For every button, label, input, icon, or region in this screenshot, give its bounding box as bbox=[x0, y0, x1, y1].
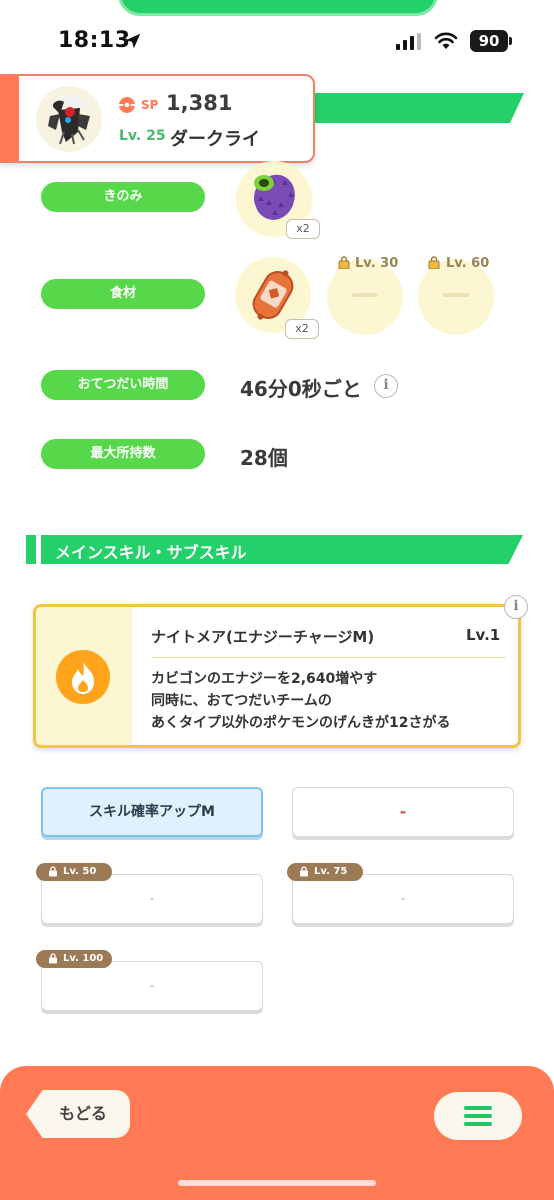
sp-value: 1,381 bbox=[166, 91, 233, 115]
pokemon-avatar bbox=[36, 86, 102, 152]
berry-qty: x2 bbox=[286, 219, 320, 239]
ingredient-lock-level-2: Lv. 60 bbox=[446, 256, 490, 271]
lock-icon bbox=[49, 866, 57, 877]
pokemon-level: Lv. 25 bbox=[119, 128, 166, 144]
card-stripe bbox=[0, 76, 19, 161]
sub-skill-slot-3[interactable]: - bbox=[41, 874, 263, 924]
lock-icon bbox=[300, 866, 308, 877]
ingredient-lock-level-1: Lv. 30 bbox=[355, 256, 399, 271]
pokemon-card: SP 1,381 Lv. 25 ダークライ bbox=[0, 74, 315, 163]
sub-skill-slot-5[interactable]: - bbox=[41, 961, 263, 1011]
main-skill-info-icon[interactable]: i bbox=[504, 595, 528, 619]
help-time-value: 46分0秒ごと bbox=[240, 377, 362, 401]
lock-icon bbox=[338, 256, 350, 269]
main-skill-card[interactable]: ナイトメア(エナジーチャージM) Lv.1 カビゴンのエナジーを2,640増やす… bbox=[33, 604, 521, 748]
section-title: メインスキル・サブスキル bbox=[55, 543, 247, 562]
cellular-signal-icon bbox=[396, 33, 421, 50]
sub-skill-slot-4[interactable]: - bbox=[292, 874, 514, 924]
empty-dash bbox=[443, 293, 469, 297]
ingredient-label: 食材 bbox=[41, 279, 205, 309]
sp-label: SP bbox=[141, 98, 159, 112]
main-skill-level: Lv.1 bbox=[466, 626, 501, 644]
menu-icon-line bbox=[464, 1106, 492, 1110]
menu-icon-line bbox=[464, 1122, 492, 1126]
skill-divider bbox=[151, 657, 506, 658]
lock-icon bbox=[49, 953, 57, 964]
main-skill-desc-line2: 同時に、おてつだいチームの bbox=[151, 693, 332, 709]
header-strip bbox=[290, 93, 524, 123]
empty-dash bbox=[352, 293, 378, 297]
main-skill-desc-line3: あくタイプ以外のポケモンのげんきが12さがる bbox=[151, 715, 451, 731]
carry-limit-value: 28個 bbox=[240, 446, 288, 470]
section-accent bbox=[26, 535, 36, 564]
top-tab[interactable] bbox=[118, 0, 438, 16]
berry-label: きのみ bbox=[41, 182, 205, 212]
sub-skill-lock-level-5: Lv. 100 bbox=[63, 953, 104, 964]
home-indicator[interactable] bbox=[178, 1180, 376, 1186]
back-button[interactable]: もどる bbox=[26, 1090, 130, 1138]
sub-skill-lock-badge-5: Lv. 100 bbox=[36, 950, 112, 968]
pokemon-name: ダークライ bbox=[170, 129, 260, 150]
battery-indicator: 90 bbox=[470, 30, 508, 52]
sub-skill-lock-level-4: Lv. 75 bbox=[314, 866, 348, 877]
sub-skill-slot-1[interactable]: スキル確率アップM bbox=[41, 787, 263, 837]
sub-skill-lock-badge-3: Lv. 50 bbox=[36, 863, 112, 881]
sub-skill-slot-2[interactable]: - bbox=[292, 787, 514, 837]
help-time-label: おてつだい時間 bbox=[41, 370, 205, 400]
status-time: 18:13 bbox=[58, 28, 131, 53]
menu-icon-line bbox=[464, 1114, 492, 1118]
battery-cap bbox=[509, 37, 512, 45]
ingredient-qty: x2 bbox=[285, 319, 319, 339]
location-arrow-icon bbox=[125, 33, 141, 49]
main-skill-name: ナイトメア(エナジーチャージM) bbox=[151, 628, 375, 646]
carry-limit-label: 最大所持数 bbox=[41, 439, 205, 469]
darkrai-icon bbox=[48, 95, 90, 145]
wifi-icon bbox=[434, 32, 458, 49]
pokeball-icon bbox=[119, 97, 135, 113]
sub-skill-lock-level-3: Lv. 50 bbox=[63, 866, 97, 877]
lock-icon bbox=[428, 256, 440, 269]
main-skill-desc-line1: カビゴンのエナジーを2,640増やす bbox=[151, 671, 378, 687]
sub-skill-lock-badge-4: Lv. 75 bbox=[287, 863, 363, 881]
flame-icon bbox=[56, 650, 110, 704]
help-time-info-icon[interactable]: i bbox=[374, 374, 398, 398]
